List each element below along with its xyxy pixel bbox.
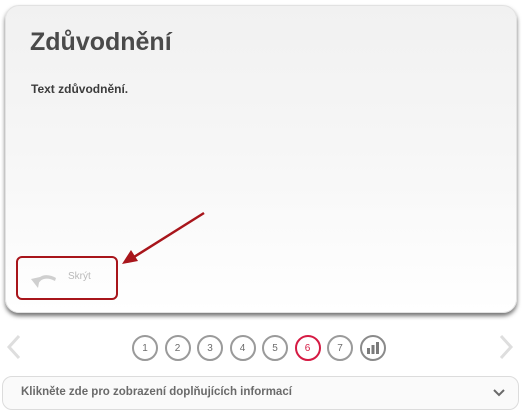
chevron-down-icon: [493, 389, 505, 397]
chevron-right-icon[interactable]: [496, 333, 516, 361]
undo-arrow-icon: [31, 275, 56, 288]
page-button-1[interactable]: 1: [132, 335, 158, 361]
bar-chart-icon: [366, 342, 379, 354]
page-navigation: 1 2 3 4 5 6 7: [132, 335, 386, 361]
page-button-7[interactable]: 7: [327, 335, 353, 361]
page-button-5[interactable]: 5: [262, 335, 288, 361]
stats-button[interactable]: [359, 335, 386, 361]
card-body-text: Text zdůvodnění.: [31, 82, 129, 96]
chevron-left-icon[interactable]: [4, 333, 24, 361]
more-info-bar[interactable]: Klikněte zde pro zobrazení doplňujících …: [2, 376, 519, 410]
hide-button-label: Skrýt: [68, 271, 91, 282]
page-button-6[interactable]: 6: [294, 335, 321, 361]
page-button-4[interactable]: 4: [229, 335, 256, 361]
more-info-text: Klikněte zde pro zobrazení doplňujících …: [21, 386, 292, 398]
page-button-2[interactable]: 2: [164, 335, 191, 361]
explanation-card: Zdůvodnění Text zdůvodnění. Skrýt: [5, 5, 517, 313]
hide-button[interactable]: Skrýt: [16, 256, 118, 300]
page-button-3[interactable]: 3: [197, 335, 223, 361]
card-title: Zdůvodnění: [30, 28, 172, 56]
